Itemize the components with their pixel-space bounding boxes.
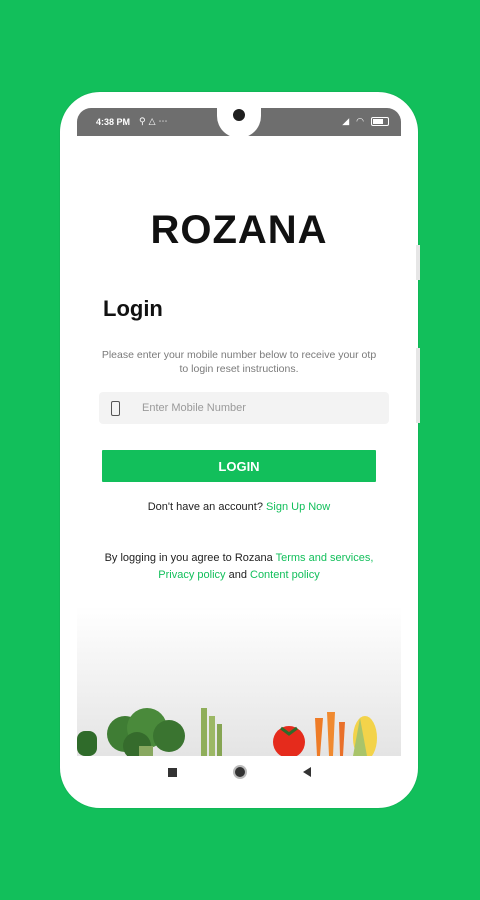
login-button[interactable]: LOGIN: [102, 450, 376, 482]
power-button: [416, 348, 420, 423]
content-policy-link[interactable]: Content policy: [250, 569, 320, 581]
warning-icon: △: [148, 116, 159, 126]
usb-icon: ⚲: [139, 116, 149, 126]
android-nav-bar: [77, 756, 401, 788]
battery-icon: [371, 117, 389, 126]
app-screen: ROZANA Login Please enter your mobile nu…: [77, 136, 401, 756]
instructions-text: Please enter your mobile number below to…: [101, 349, 377, 375]
system-icons: ◢ ◠: [342, 116, 389, 127]
brand-title: ROZANA: [150, 208, 328, 252]
signal-icon: ◢: [342, 116, 352, 126]
vegetables-image: [77, 606, 401, 756]
and-text: and: [228, 569, 247, 581]
signup-prompt: Don't have an account?: [147, 501, 263, 513]
mobile-number-input[interactable]: [140, 401, 364, 415]
privacy-link[interactable]: Privacy policy: [158, 569, 225, 581]
home-icon[interactable]: [232, 765, 247, 779]
recent-apps-icon[interactable]: [167, 767, 177, 777]
camera-icon: [230, 106, 248, 124]
wifi-icon: ◠: [356, 116, 366, 126]
terms-prefix: By logging in you agree to Rozana: [104, 552, 273, 564]
signup-row: Don't have an account? Sign Up Now: [77, 501, 401, 513]
vegetables-illustration: [77, 708, 377, 756]
mobile-number-field[interactable]: [99, 392, 389, 424]
terms-link[interactable]: Terms and services,: [276, 552, 374, 564]
mobile-phone-icon: [111, 400, 120, 416]
more-icon: ⋯: [158, 116, 171, 126]
phone-frame: 4:38 PM ⚲△⋯ ◢ ◠ ROZANA Login Please ente…: [60, 92, 418, 808]
terms-text: By logging in you agree to Rozana Terms …: [87, 550, 391, 584]
page-title: Login: [103, 296, 163, 321]
volume-button: [416, 245, 420, 280]
status-time: 4:38 PM: [96, 117, 131, 127]
notification-icons: ⚲△⋯: [139, 116, 171, 127]
signup-link[interactable]: Sign Up Now: [266, 501, 330, 513]
back-icon[interactable]: [302, 767, 311, 777]
